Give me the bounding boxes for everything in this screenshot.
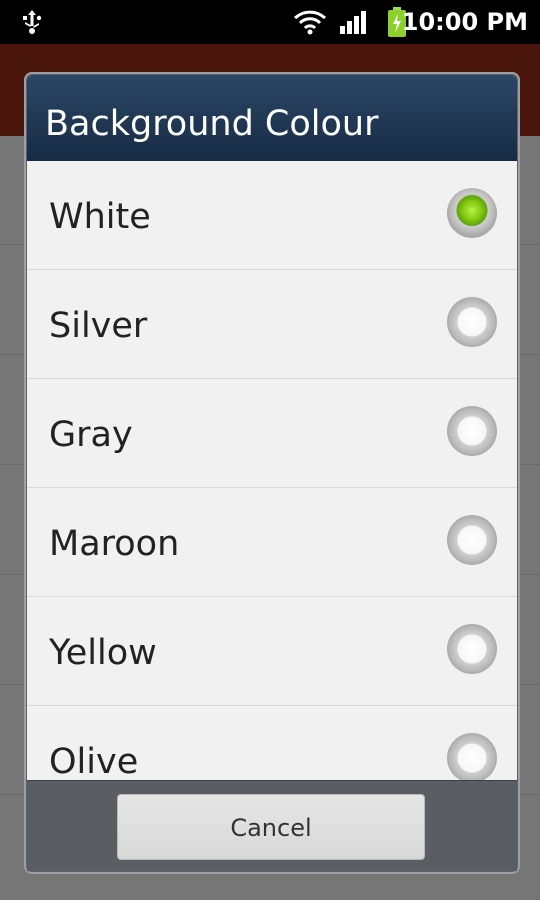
dialog-title: Background Colour (45, 104, 379, 144)
radio-button-checked[interactable] (447, 188, 497, 238)
option-maroon[interactable]: Maroon (27, 488, 517, 597)
signal-icon (340, 11, 366, 34)
option-gray[interactable]: Gray (27, 379, 517, 488)
radio-button[interactable] (447, 406, 497, 456)
radio-button[interactable] (447, 515, 497, 565)
option-label: Yellow (49, 633, 157, 673)
option-label: Olive (49, 742, 139, 781)
cancel-button[interactable]: Cancel (117, 794, 425, 860)
clock: 10:00 PM (401, 8, 528, 36)
option-silver[interactable]: Silver (27, 270, 517, 379)
option-white[interactable]: White (27, 161, 517, 270)
dialog-footer: Cancel (27, 780, 517, 871)
radio-button[interactable] (447, 624, 497, 674)
radio-button[interactable] (447, 733, 497, 781)
option-label: Silver (49, 306, 148, 346)
option-yellow[interactable]: Yellow (27, 597, 517, 706)
usb-icon (23, 10, 42, 34)
option-list[interactable]: White Silver Gray Maroon Yellow Olive (27, 161, 517, 781)
option-label: White (49, 197, 151, 237)
wifi-icon (293, 10, 327, 35)
status-bar: 10:00 PM (0, 0, 540, 44)
option-label: Maroon (49, 524, 180, 564)
background-colour-dialog: Background Colour White Silver Gray Maro… (24, 72, 520, 874)
radio-button[interactable] (447, 297, 497, 347)
option-olive[interactable]: Olive (27, 706, 517, 781)
option-label: Gray (49, 415, 133, 455)
dialog-header: Background Colour (27, 75, 517, 161)
